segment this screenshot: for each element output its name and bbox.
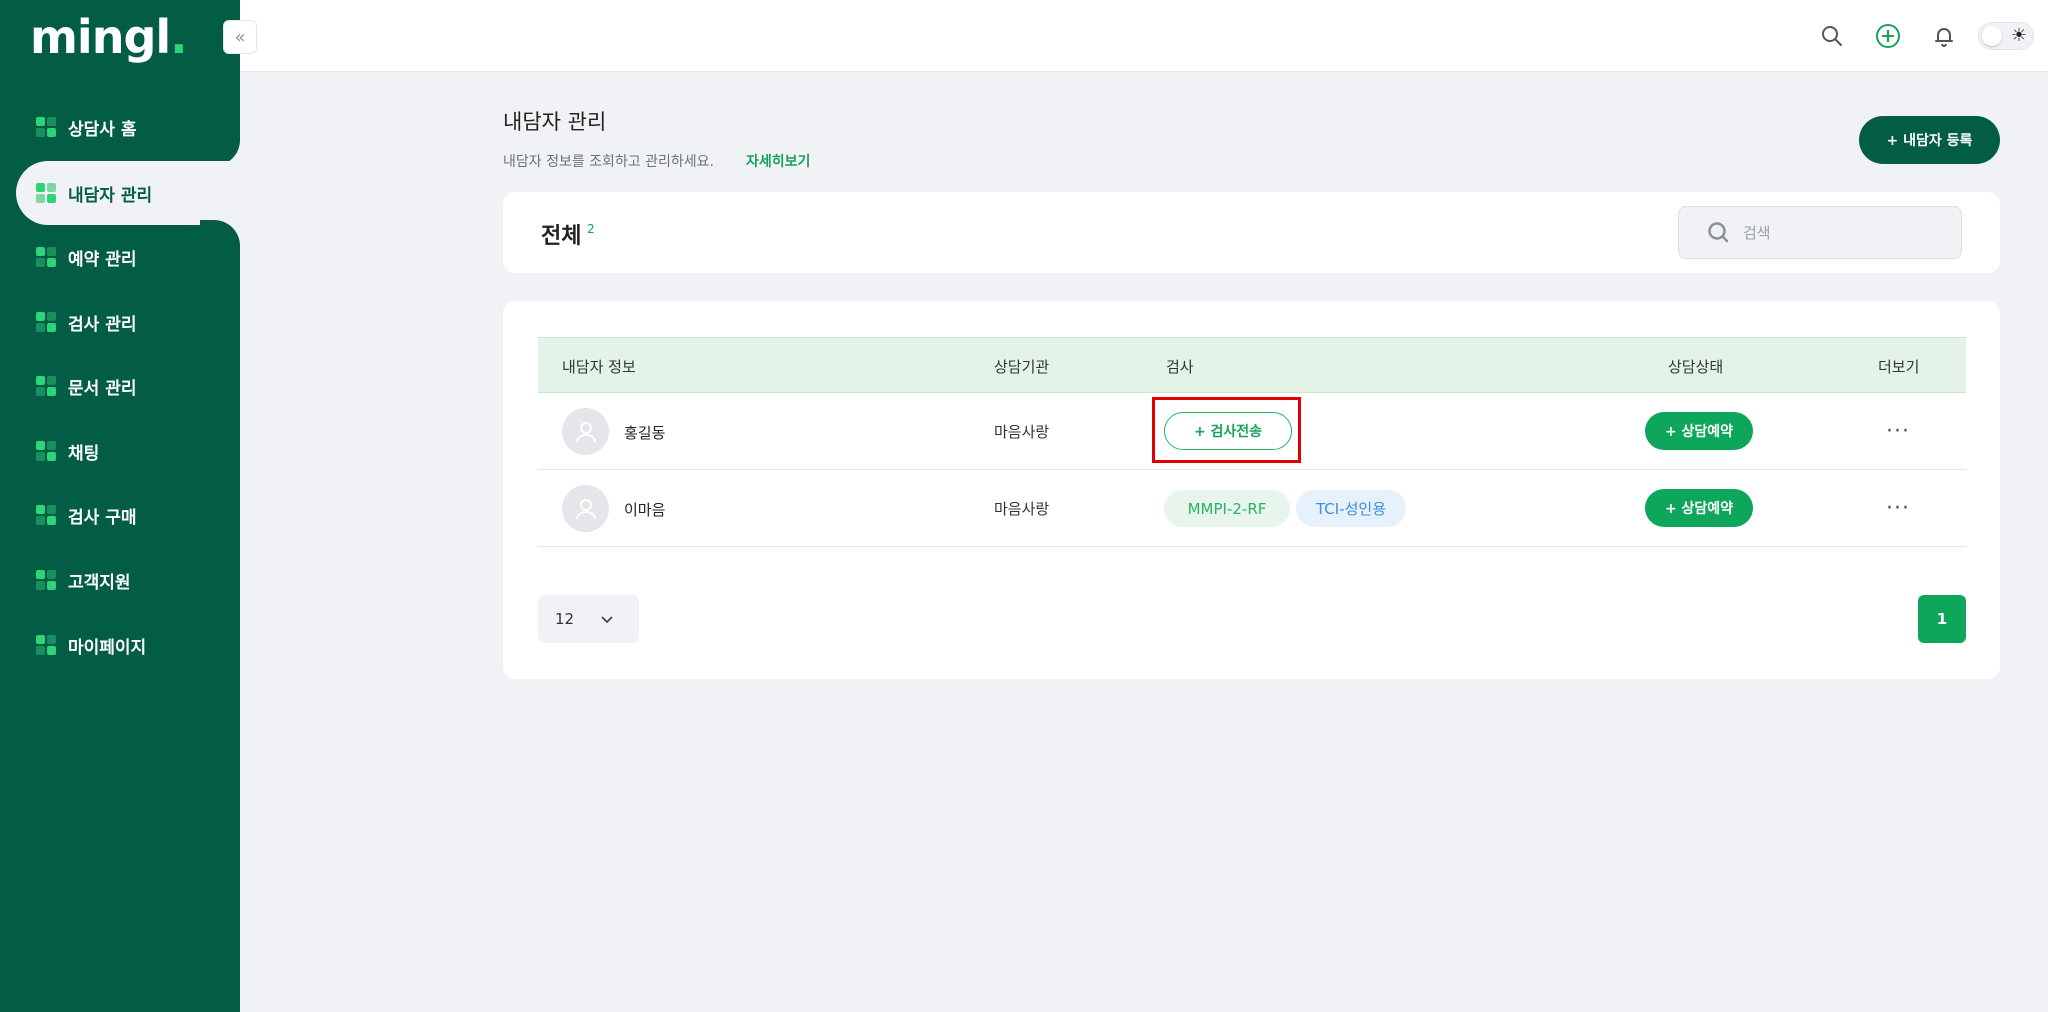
sidebar-item-label: 마이페이지: [68, 637, 147, 658]
more-options-button[interactable]: ···: [1878, 411, 1918, 451]
table-row: 홍길동 마음사랑 + 검사전송 + 상담예약 ···: [538, 393, 1966, 470]
top-bar: [240, 0, 2048, 72]
app-logo[interactable]: mingl.: [30, 10, 188, 64]
pagination-page-button[interactable]: 1: [1918, 595, 1966, 643]
more-options-button[interactable]: ···: [1878, 488, 1918, 528]
sidebar-item-client-management[interactable]: 내담자 관리: [16, 161, 246, 225]
more-horizontal-icon: ···: [1886, 418, 1910, 444]
details-link[interactable]: 자세히보기: [746, 151, 810, 171]
sidebar-item-test-purchase[interactable]: 검사 구매: [0, 483, 240, 547]
sidebar-item-document-management[interactable]: 문서 관리: [0, 354, 240, 418]
double-chevron-left-icon: «: [234, 26, 246, 48]
sidebar-item-label: 내담자 관리: [68, 185, 153, 206]
sidebar-item-label: 문서 관리: [68, 378, 137, 399]
document-icon: [36, 376, 56, 396]
sidebar-item-label: 검사 구매: [68, 507, 137, 528]
avatar: [562, 485, 609, 532]
search-field[interactable]: [1678, 206, 1962, 259]
sidebar-item-label: 고객지원: [68, 572, 131, 593]
test-icon: [36, 312, 56, 332]
page-size-value: 12: [555, 610, 575, 628]
notifications-button[interactable]: [1930, 22, 1958, 50]
page-size-select[interactable]: 12: [538, 595, 639, 643]
sidebar-item-label: 예약 관리: [68, 249, 137, 270]
sidebar-item-label: 검사 관리: [68, 314, 137, 335]
toggle-knob: [1982, 26, 2002, 46]
table-header: 내담자 정보 상담기관 검사 상담상태 더보기: [538, 337, 1966, 393]
user-avatar-icon: [575, 498, 596, 519]
table-row: 이마음 마음사랑 MMPI-2-RF TCI-성인용 + 상담예약 ···: [538, 470, 1966, 547]
column-header-status: 상담상태: [1668, 358, 1724, 376]
bell-icon: [1935, 28, 1953, 47]
page-title: 내담자 관리: [503, 110, 607, 134]
sidebar-item-test-management[interactable]: 검사 관리: [0, 290, 240, 354]
user-avatar-icon: [575, 421, 596, 442]
sun-icon: ☀: [2010, 25, 2027, 46]
purchase-icon: [36, 505, 56, 525]
create-button[interactable]: [1874, 22, 1902, 50]
sidebar-item-reservation-management[interactable]: 예약 관리: [0, 225, 240, 289]
client-organization: 마음사랑: [994, 500, 1050, 518]
search-icon: [1708, 221, 1729, 242]
column-header-test: 검사: [1166, 358, 1194, 376]
search-button[interactable]: [1818, 22, 1846, 50]
total-count: 2: [587, 222, 595, 236]
client-name[interactable]: 홍길동: [624, 422, 665, 443]
collapse-sidebar-button[interactable]: «: [223, 20, 257, 54]
page-subtitle: 내담자 정보를 조회하고 관리하세요.: [503, 154, 714, 170]
more-horizontal-icon: ···: [1886, 495, 1910, 521]
send-test-button[interactable]: + 검사전송: [1164, 412, 1292, 450]
column-header-organization: 상담기관: [994, 358, 1050, 376]
sidebar-item-label: 상담사 홈: [68, 119, 137, 140]
plus-circle-icon: [1876, 24, 1900, 48]
book-counseling-button[interactable]: + 상담예약: [1645, 412, 1753, 450]
book-counseling-button[interactable]: + 상담예약: [1645, 489, 1753, 527]
sidebar-item-label: 채팅: [68, 443, 100, 464]
search-icon: [1822, 26, 1842, 46]
reservation-icon: [36, 247, 56, 267]
client-card-icon: [36, 183, 56, 203]
total-label: 전체: [541, 224, 582, 249]
filter-card: 전체 2: [503, 192, 2000, 273]
test-tag[interactable]: TCI-성인용: [1296, 490, 1406, 527]
chat-icon: [36, 441, 56, 461]
support-icon: [36, 570, 56, 590]
add-client-button[interactable]: + 내담자 등록: [1859, 116, 2000, 164]
sidebar-item-customer-support[interactable]: 고객지원: [0, 548, 240, 612]
chevron-down-icon: [601, 616, 613, 624]
avatar: [562, 408, 609, 455]
user-icon: [36, 635, 56, 655]
column-header-client-info: 내담자 정보: [562, 358, 636, 376]
sidebar-item-my-page[interactable]: 마이페이지: [0, 613, 240, 677]
sidebar-item-chat[interactable]: 채팅: [0, 419, 240, 483]
search-input[interactable]: [1743, 223, 1943, 242]
sidebar: mingl. 상담사 홈 내담자 관리 예약 관리 검사 관리 문서 관리 채팅…: [0, 0, 246, 1012]
dashboard-icon: [36, 117, 56, 137]
column-header-more: 더보기: [1878, 358, 1920, 376]
client-organization: 마음사랑: [994, 423, 1050, 441]
test-tag[interactable]: MMPI-2-RF: [1164, 490, 1290, 527]
theme-toggle[interactable]: ☀: [1978, 22, 2034, 50]
client-name[interactable]: 이마음: [624, 499, 665, 520]
client-table-card: 내담자 정보 상담기관 검사 상담상태 더보기 홍길동 마음사랑 + 검사전송 …: [503, 301, 2000, 679]
